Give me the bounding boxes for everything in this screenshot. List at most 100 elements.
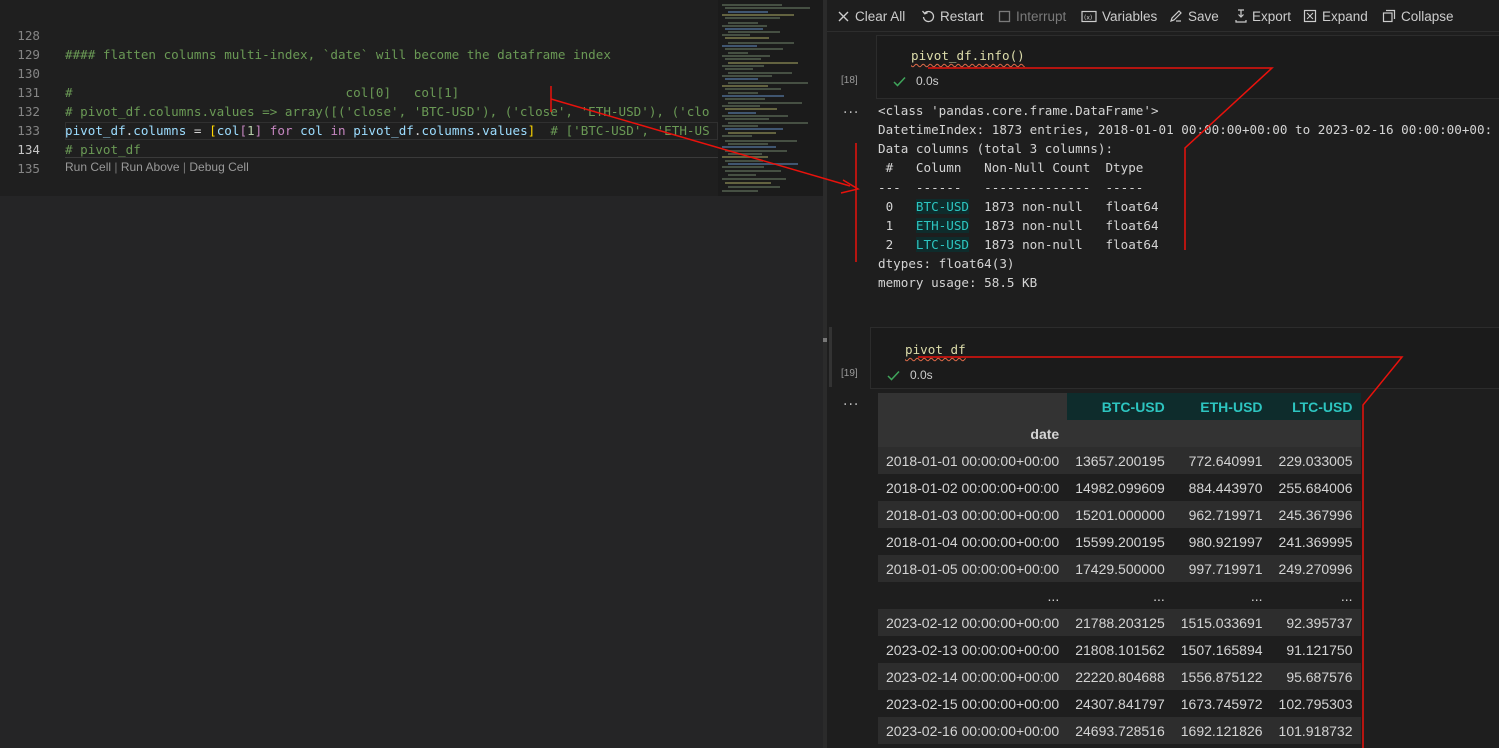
debug-cell-link[interactable]: Debug Cell (189, 160, 248, 174)
index-cell: 2018-01-04 00:00:00+00:00 (878, 528, 1068, 555)
index-cell: 2018-01-05 00:00:00+00:00 (878, 555, 1068, 582)
index-cell: 2023-02-16 00:00:00+00:00 (878, 717, 1068, 744)
minimap-line (725, 170, 781, 172)
value-cell: 102.795303 (1270, 690, 1361, 717)
collapse-label: Collapse (1401, 8, 1454, 24)
output-row-rest: 1873 non-null float64 (969, 237, 1159, 253)
value-cell: 22220.804688 (1067, 663, 1173, 690)
minimap-line (725, 88, 781, 90)
code-editor[interactable]: 128 #### flatten columns multi-index, `d… (0, 0, 823, 196)
cell-18-input[interactable] (876, 35, 1499, 99)
minimap-line (725, 48, 783, 50)
restart-button[interactable]: Restart (921, 7, 984, 25)
index-cell: 2023-02-15 00:00:00+00:00 (878, 690, 1068, 717)
value-cell: 15201.000000 (1067, 501, 1173, 528)
value-cell: 1507.165894 (1172, 636, 1271, 663)
interrupt-button[interactable]: Interrupt (998, 7, 1066, 25)
code-line-134[interactable]: 134 (0, 121, 718, 157)
output-more-button[interactable]: ... (843, 101, 859, 117)
value-cell: 24307.841797 (1067, 690, 1173, 717)
minimap-line (722, 166, 764, 168)
code-line-131[interactable]: 131 # pivot_df.columns.values => array([… (0, 64, 718, 119)
minimap-line (722, 105, 760, 107)
value-cell: 14982.099609 (1067, 474, 1173, 501)
minimap-line (728, 62, 798, 64)
index-cell: 2023-02-14 00:00:00+00:00 (878, 663, 1068, 690)
collapse-button[interactable]: Collapse (1382, 7, 1454, 25)
minimap-line (728, 31, 780, 33)
code-line-130[interactable]: 130 # col[0] col[1] (0, 45, 718, 100)
cell-18-status: 0.0s (893, 74, 939, 88)
value-cell: 1556.875122 (1172, 663, 1271, 690)
empty-header-cell (1172, 420, 1271, 447)
cell-18-code[interactable]: pivot_df.info() (911, 48, 1025, 63)
minimap-line (722, 25, 767, 27)
minimap-line (722, 45, 757, 47)
cell-divider (65, 157, 718, 158)
minimap-line (722, 135, 752, 137)
minimap-line (722, 55, 770, 57)
value-cell: ... (1172, 582, 1271, 609)
output-line: memory usage: 58.5 KB (878, 275, 1038, 291)
table-header-row: BTC-USD ETH-USD LTC-USD (878, 393, 1361, 420)
edit-icon (1170, 10, 1182, 22)
column-name: BTC-USD (915, 198, 969, 214)
code-line-136[interactable]: 136 # %% (0, 175, 718, 194)
output-row-rest: 1873 non-null float64 (969, 217, 1159, 233)
value-cell: 15599.200195 (1067, 528, 1173, 555)
minimap-line (722, 125, 758, 127)
value-cell: 245.367996 (1270, 501, 1361, 528)
output-line: <class 'pandas.core.frame.DataFrame'> (878, 103, 1159, 118)
minimap-line (725, 140, 797, 142)
table-row: ............ (878, 582, 1361, 609)
expand-label: Expand (1322, 8, 1368, 24)
cell-18-output: <class 'pandas.core.frame.DataFrame'> Da… (878, 101, 1492, 293)
output-row-prefix: 1 (878, 217, 916, 233)
value-cell: 1673.745972 (1172, 690, 1271, 717)
minimap-line (722, 156, 768, 158)
value-cell: 229.033005 (1270, 447, 1361, 474)
column-header: LTC-USD (1270, 393, 1361, 420)
index-cell: 2018-01-01 00:00:00+00:00 (878, 447, 1068, 474)
run-above-link[interactable]: Run Above (121, 160, 180, 174)
minimap-line (722, 178, 786, 180)
code-line-132[interactable]: 132 pivot_df.columns = [col[1] for col i… (0, 83, 718, 138)
minimap-line (728, 132, 776, 134)
minimap-line (728, 153, 762, 155)
cell-19-code[interactable]: pivot_df (905, 342, 966, 357)
execution-count: [18] (841, 75, 858, 86)
interactive-toolbar: Clear All Restart Interrupt (x) Variable… (827, 0, 1499, 32)
output-more-button[interactable]: ... (843, 393, 859, 409)
export-button[interactable]: Export (1235, 7, 1291, 25)
empty-panel (0, 196, 823, 748)
save-button[interactable]: Save (1169, 7, 1219, 25)
index-cell: 2018-01-03 00:00:00+00:00 (878, 501, 1068, 528)
minimap-line (722, 115, 788, 117)
cell-19-input[interactable] (870, 327, 1499, 389)
value-cell: 91.121750 (1270, 636, 1361, 663)
table-row: 2023-02-16 00:00:00+00:00 24693.728516 169… (878, 717, 1361, 744)
cell-18-code-text: pivot_df.info() (911, 48, 1025, 63)
table-row: 2018-01-03 00:00:00+00:00 15201.000000 962… (878, 501, 1361, 528)
value-cell: 95.687576 (1270, 663, 1361, 690)
check-icon (887, 370, 900, 381)
minimap-line (728, 42, 794, 44)
variables-button[interactable]: (x) Variables (1081, 7, 1157, 25)
column-name: ETH-USD (915, 217, 969, 233)
table-body: 2018-01-01 00:00:00+00:00 13657.200195 772… (878, 447, 1361, 744)
codelens-separator: | (114, 160, 118, 174)
expand-button[interactable]: Expand (1303, 7, 1368, 25)
minimap-line (725, 182, 771, 184)
minimap-line (728, 72, 792, 74)
minimap[interactable] (718, 0, 823, 196)
code-line-128[interactable]: 128 #### flatten columns multi-index, `d… (0, 7, 718, 62)
run-cell-link[interactable]: Run Cell (65, 160, 111, 174)
clear-all-button[interactable]: Clear All (837, 7, 905, 25)
codelens: Run Cell | Run Above | Debug Cell (65, 160, 249, 174)
value-cell: 772.640991 (1172, 447, 1271, 474)
code-line-129[interactable]: 129 (0, 26, 718, 62)
value-cell: 1515.033691 (1172, 609, 1271, 636)
empty-header-cell (1067, 420, 1173, 447)
minimap-line (728, 102, 802, 104)
code-line-133[interactable]: 133 # pivot_df (0, 102, 718, 157)
